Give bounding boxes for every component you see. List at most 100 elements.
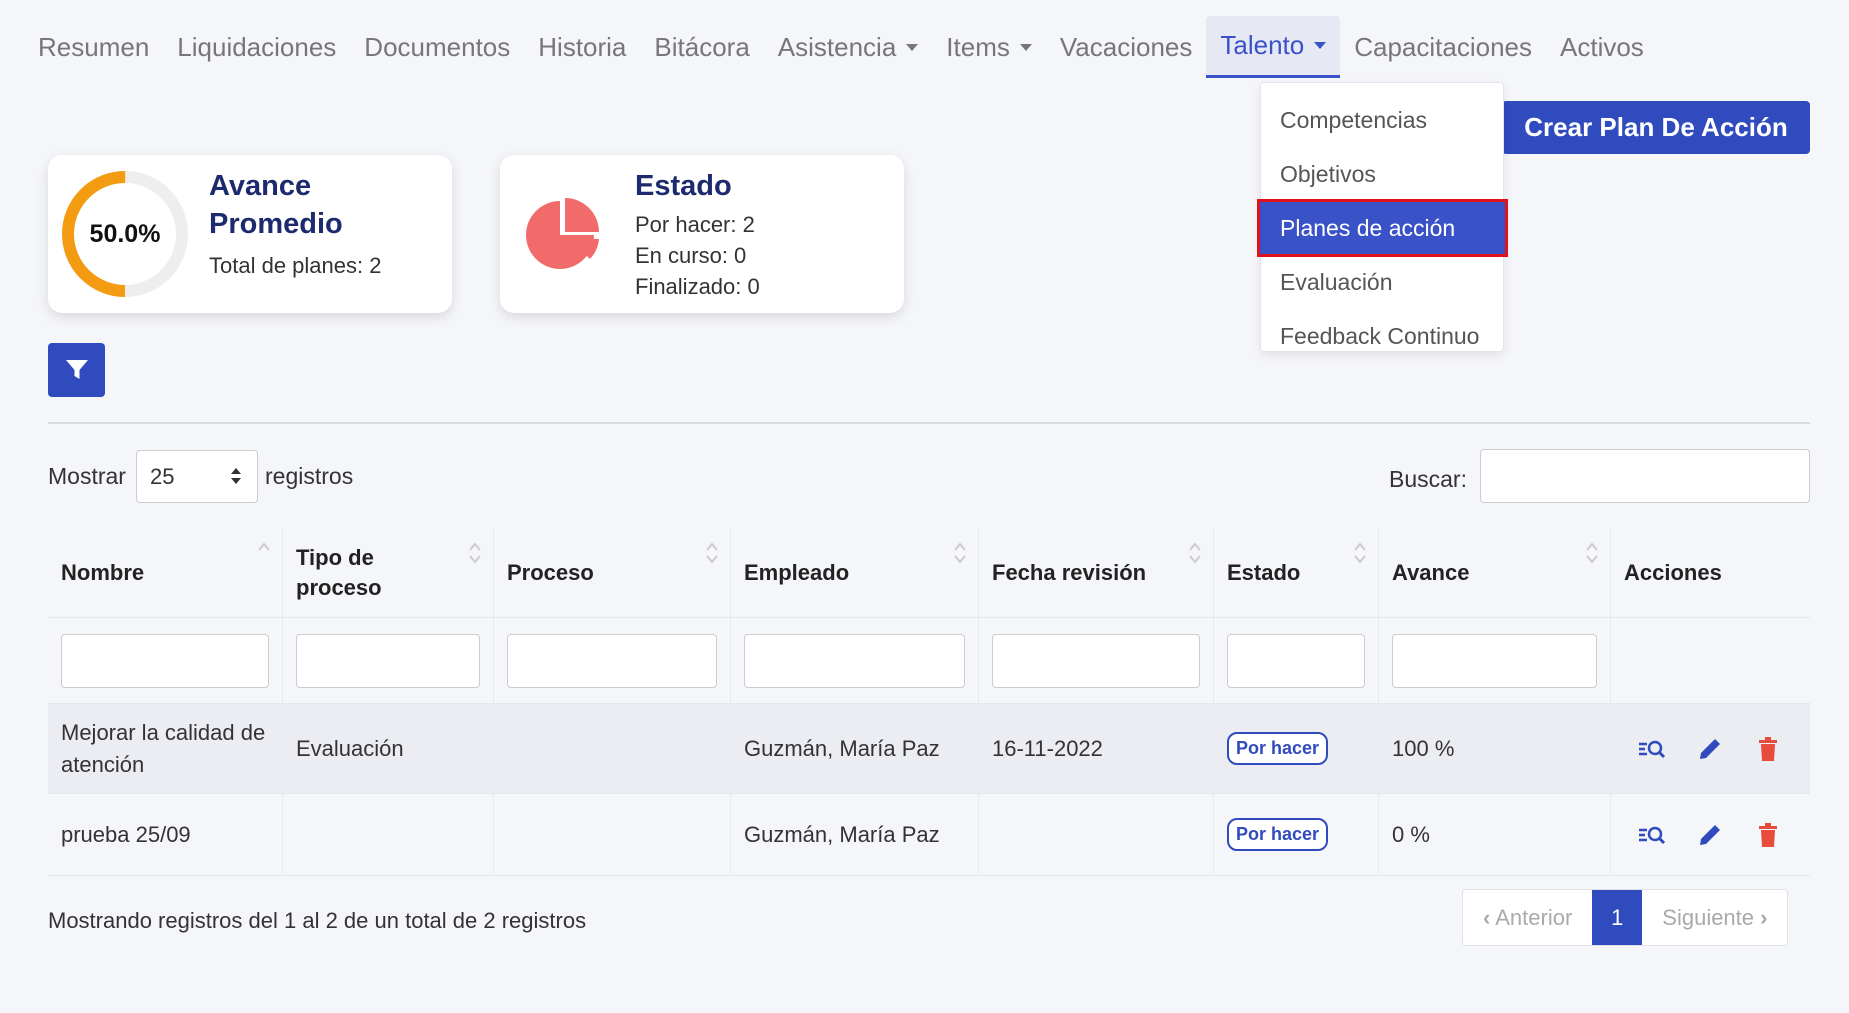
delete-icon[interactable] (1754, 735, 1782, 763)
cell-tipo: Evaluación (283, 704, 494, 793)
nav-bitacora[interactable]: Bitácora (640, 16, 763, 78)
column-header-avance[interactable]: Avance (1379, 528, 1611, 617)
view-icon[interactable] (1638, 821, 1666, 849)
cell-proceso (494, 704, 731, 793)
filter-tipo-input[interactable] (296, 633, 480, 688)
column-label: Tipo de proceso (296, 544, 382, 600)
filter-cell (1611, 618, 1810, 703)
delete-icon[interactable] (1754, 821, 1782, 849)
column-label: Acciones (1624, 559, 1722, 585)
total-plans: Total de planes: 2 (209, 253, 382, 278)
edit-icon[interactable] (1696, 735, 1724, 763)
cell-fecha: 16-11-2022 (979, 704, 1214, 793)
sort-icon (1354, 542, 1366, 564)
filter-cell (1379, 618, 1611, 703)
column-header-proceso[interactable]: Proceso (494, 528, 731, 617)
nav-label: Talento (1220, 30, 1305, 60)
filter-cell (1214, 618, 1379, 703)
cell-estado: Por hacer (1214, 794, 1379, 875)
menu-item-objetivos[interactable]: Objetivos (1261, 147, 1503, 201)
nav-capacitaciones[interactable]: Capacitaciones (1340, 16, 1546, 78)
cell-fecha (979, 794, 1214, 875)
filter-fecha-input[interactable] (992, 633, 1200, 688)
column-header-empleado[interactable]: Empleado (731, 528, 979, 617)
edit-icon[interactable] (1696, 821, 1724, 849)
cell-empleado: Guzmán, María Paz (731, 794, 979, 875)
nav-documentos[interactable]: Documentos (350, 16, 524, 78)
cell-nombre: Mejorar la calidad de atención (48, 704, 283, 793)
nav-resumen[interactable]: Resumen (24, 16, 163, 78)
filter-button[interactable] (48, 343, 105, 397)
column-label: Nombre (61, 559, 145, 585)
column-header-nombre[interactable]: Nombre (48, 528, 283, 617)
menu-item-feedback-continuo[interactable]: Feedback Continuo (1261, 309, 1503, 363)
filter-proceso-input[interactable] (507, 633, 717, 688)
nav-talento[interactable]: Talento (1206, 16, 1341, 78)
progress-percent: 50.0% (89, 219, 161, 248)
menu-item-competencias[interactable]: Competencias (1261, 93, 1503, 147)
sort-icon (1189, 542, 1201, 564)
sort-icon (469, 542, 481, 564)
view-icon[interactable] (1638, 735, 1666, 763)
column-header-fecha-revision[interactable]: Fecha revisión (979, 528, 1214, 617)
nav-label: Documentos (364, 31, 511, 62)
filter-nombre-input[interactable] (61, 633, 269, 688)
status-finalizado: Finalizado: 0 (635, 274, 760, 299)
column-header-acciones: Acciones (1611, 528, 1810, 617)
sort-icon (258, 542, 270, 551)
divider (48, 422, 1810, 424)
next-page-button[interactable]: Siguiente › (1642, 890, 1787, 945)
cell-estado: Por hacer (1214, 704, 1379, 793)
nav-label: Capacitaciones (1354, 31, 1532, 62)
status-counts: Por hacer: 2 En curso: 0 Finalizado: 0 (635, 209, 760, 302)
column-label: Avance (1392, 559, 1470, 585)
menu-item-evaluacion[interactable]: Evaluación (1261, 255, 1503, 309)
filter-cell (494, 618, 731, 703)
cell-avance: 0 % (1379, 794, 1611, 875)
nav-label: Bitácora (654, 31, 750, 62)
show-label: Mostrar (48, 463, 126, 489)
filter-cell (979, 618, 1214, 703)
sort-icon (1586, 542, 1598, 564)
nav-label: Resumen (38, 31, 150, 62)
caret-down-icon (1019, 43, 1032, 51)
nav-vacaciones[interactable]: Vacaciones (1046, 16, 1207, 78)
cell-acciones (1611, 794, 1810, 875)
cell-tipo (283, 794, 494, 875)
nav-items[interactable]: Items (932, 16, 1046, 78)
column-label: Estado (1227, 559, 1301, 585)
status-badge: Por hacer (1227, 732, 1329, 765)
cell-nombre: prueba 25/09 (48, 794, 283, 875)
average-progress-card: 50.0% Avance Promedio Total de planes: 2 (48, 155, 452, 313)
nav-liquidaciones[interactable]: Liquidaciones (163, 16, 350, 78)
page-size-select[interactable]: 25 (136, 450, 258, 503)
nav-label: Asistencia (777, 31, 897, 62)
table-header-row: Nombre Tipo de proceso Proceso Empleado … (48, 528, 1810, 618)
column-header-estado[interactable]: Estado (1214, 528, 1379, 617)
search-input[interactable] (1480, 449, 1810, 503)
chevron-left-icon: ‹ (1483, 905, 1491, 930)
nav-activos[interactable]: Activos (1546, 16, 1658, 78)
filter-empleado-input[interactable] (744, 633, 965, 688)
status-badge: Por hacer (1227, 818, 1329, 851)
filter-cell (48, 618, 283, 703)
column-header-tipo-de-proceso[interactable]: Tipo de proceso (283, 528, 494, 617)
cell-proceso (494, 794, 731, 875)
filter-estado-input[interactable] (1227, 633, 1365, 688)
filter-cell (283, 618, 494, 703)
menu-item-planes-de-accion[interactable]: Planes de acción (1257, 199, 1508, 257)
page-1-button[interactable]: 1 (1592, 890, 1643, 945)
table-row: prueba 25/09 Guzmán, María Paz Por hacer… (48, 794, 1810, 876)
prev-label: Anterior (1495, 905, 1573, 930)
create-action-plan-button[interactable]: Crear Plan De Acción (1502, 101, 1810, 154)
filter-cell (731, 618, 979, 703)
sort-arrows-icon (231, 468, 241, 484)
cell-empleado: Guzmán, María Paz (731, 704, 979, 793)
nav-historia[interactable]: Historia (524, 16, 640, 78)
page-size-value: 25 (150, 464, 175, 489)
filter-avance-input[interactable] (1392, 633, 1597, 688)
prev-page-button[interactable]: ‹ Anterior (1463, 890, 1592, 945)
next-label: Siguiente (1662, 905, 1755, 930)
nav-label: Historia (538, 31, 627, 62)
nav-asistencia[interactable]: Asistencia (764, 16, 933, 78)
